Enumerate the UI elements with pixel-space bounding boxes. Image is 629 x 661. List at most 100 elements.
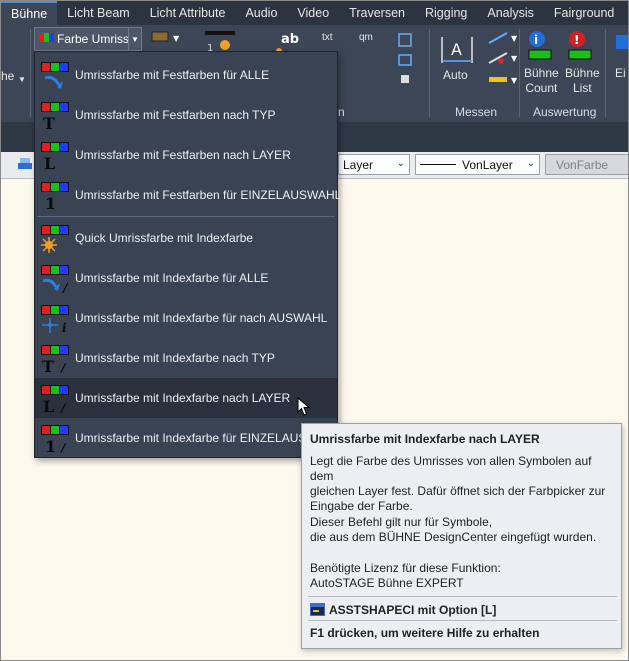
layer-properties-icon[interactable]: [17, 157, 35, 173]
linetype-select-value: VonLayer: [462, 157, 513, 172]
letter-t-index-icon: T /: [41, 345, 69, 374]
svg-text:▼: ▼: [511, 54, 518, 63]
tab-licht-attribute[interactable]: Licht Attribute: [140, 1, 236, 25]
buehne-list-label-1: Bühne: [565, 66, 600, 80]
mouse-cursor-icon: [297, 397, 311, 416]
auto-measure-icon[interactable]: A: [439, 33, 475, 72]
tooltip-description: Legt die Farbe des Umrisses von allen Sy…: [310, 454, 615, 514]
svg-text:L: L: [44, 154, 55, 171]
panel-separator: [519, 29, 520, 117]
tab-analysis[interactable]: Analysis: [477, 1, 544, 25]
svg-text:T: T: [43, 114, 55, 131]
svg-text:1: 1: [45, 194, 56, 211]
layer-select[interactable]: Layer ⌄: [338, 154, 410, 175]
line-sample: [420, 164, 456, 165]
alert-icon[interactable]: !: [564, 29, 600, 66]
menu-item-festfarben-einzelauswahl[interactable]: 1 Umrissfarbe mit Festfarben für EINZELA…: [35, 175, 341, 215]
chevron-down-icon: ⌄: [526, 158, 535, 169]
menu-item-indexfarbe-einzelauswahl[interactable]: 1/ Umrissfarbe mit Indexfarbe für EINZEL…: [35, 418, 341, 458]
panel-separator: [429, 29, 430, 117]
text-ab-label: ab: [281, 32, 299, 47]
color-select[interactable]: VonFarbe: [545, 154, 628, 175]
qm-label: qm: [359, 32, 373, 43]
tooltip-title: Umrissfarbe mit Indexfarbe nach LAYER: [310, 432, 540, 446]
tooltip-help: F1 drücken, um weitere Hilfe zu erhalten: [310, 626, 540, 640]
chevron-down-icon[interactable]: ▼: [18, 72, 26, 87]
menu-item-label: Umrissfarbe mit Festfarben für EINZELAUS…: [75, 188, 342, 202]
tooltip-desc-line: gleichen Layer fest. Dafür öffnet sich d…: [310, 484, 606, 498]
tooltip-note: Dieser Befehl gilt nur für Symbole, die …: [310, 515, 615, 545]
tooltip-desc-line: Legt die Farbe des Umrisses von allen Sy…: [310, 454, 592, 483]
menu-item-festfarben-layer[interactable]: L Umrissfarbe mit Festfarben nach LAYER: [35, 135, 337, 175]
menu-item-quick-indexfarbe[interactable]: Quick Umrissfarbe mit Indexfarbe: [35, 218, 337, 258]
svg-text:i: i: [534, 33, 538, 47]
svg-text:T: T: [42, 357, 54, 374]
ribbon-tab-bar: Bühne Licht Beam Licht Attribute Audio V…: [1, 1, 628, 25]
tooltip-desc-line: Eingabe der Farbe.: [310, 499, 413, 513]
info-icon[interactable]: i: [524, 29, 560, 66]
menu-item-indexfarbe-alle[interactable]: / Umrissfarbe mit Indexfarbe für ALLE: [35, 258, 337, 298]
tab-licht-beam[interactable]: Licht Beam: [57, 1, 140, 25]
panel-separator: [605, 29, 606, 117]
letter-t-icon: T: [41, 102, 69, 131]
outline-color-icon: [39, 33, 54, 42]
linetype-select[interactable]: VonLayer ⌄: [415, 154, 540, 175]
tab-buehne[interactable]: Bühne: [1, 1, 58, 25]
number-one-index-icon: 1/: [41, 425, 69, 454]
tooltip-separator: [308, 596, 617, 597]
measure-box-icon[interactable]: [396, 31, 416, 94]
chevron-down-icon[interactable]: ▼: [128, 28, 141, 50]
svg-text:i: i: [62, 321, 67, 334]
tooltip-command: ASSTSHAPECI mit Option [L]: [329, 603, 497, 617]
buehne-count-label-1: Bühne: [524, 66, 559, 80]
split-button-label: Farbe Umriss: [57, 32, 130, 46]
command-line-icon: [310, 603, 325, 616]
letter-l-index-icon: L /: [41, 385, 69, 414]
menu-item-indexfarbe-typ[interactable]: T / Umrissfarbe mit Indexfarbe nach TYP: [35, 338, 337, 378]
menu-item-festfarben-alle[interactable]: Umrissfarbe mit Festfarben für ALLE: [35, 55, 337, 95]
tab-rigging[interactable]: Rigging: [415, 1, 477, 25]
tooltip-note-line: Dieser Befehl gilt nur für Symbole,: [310, 515, 493, 529]
svg-text:/: /: [62, 281, 69, 294]
buehne-count-label-2: Count: [525, 81, 558, 95]
command-tooltip: Umrissfarbe mit Indexfarbe nach LAYER Le…: [301, 423, 622, 649]
measure-tools-icon[interactable]: ▼ ▼ ▼: [485, 29, 521, 98]
sparkle-icon: [41, 225, 69, 253]
tooltip-license: Benötigte Lizenz für diese Funktion: Aut…: [310, 561, 615, 591]
menu-item-indexfarbe-layer[interactable]: L / Umrissfarbe mit Indexfarbe nach LAYER: [35, 378, 337, 418]
color-select-value: VonFarbe: [556, 157, 609, 172]
tooltip-license-line: Benötigte Lizenz für diese Funktion:: [310, 561, 501, 575]
partial-icon[interactable]: [610, 31, 628, 64]
tab-video[interactable]: Video: [287, 1, 339, 25]
svg-text:1: 1: [45, 437, 56, 454]
svg-text:▼: ▼: [173, 34, 180, 43]
auto-button-label[interactable]: Auto: [443, 68, 468, 83]
panel-label-cut: n: [338, 105, 345, 119]
crosshair-index-icon: i: [41, 305, 69, 334]
svg-text:A: A: [451, 40, 462, 59]
svg-text:/: /: [60, 441, 67, 454]
panel-separator: [30, 29, 31, 117]
menu-item-indexfarbe-auswahl[interactable]: i Umrissfarbe mit Indexfarbe für nach AU…: [35, 298, 337, 338]
svg-text:!: !: [574, 33, 579, 47]
tab-audio[interactable]: Audio: [235, 1, 287, 25]
outline-color-menu: Umrissfarbe mit Festfarben für ALLE T Um…: [34, 51, 341, 458]
ribbon-cut-label-right: Ei: [615, 66, 626, 80]
farbe-umriss-split-button[interactable]: Farbe Umriss ▼: [34, 27, 142, 51]
tooltip-note-line: die aus dem BÜHNE DesignCenter eingefügt…: [310, 530, 597, 544]
menu-item-label: Umrissfarbe mit Indexfarbe für ALLE: [75, 271, 269, 285]
txt-label: txt: [322, 32, 333, 43]
buehne-count-button[interactable]: Bühne Count: [524, 66, 559, 96]
panel-label-auswertung: Auswertung: [533, 105, 597, 119]
menu-item-label: Umrissfarbe mit Festfarben nach LAYER: [75, 148, 291, 162]
tab-fairground[interactable]: Fairground: [544, 1, 624, 25]
buehne-list-button[interactable]: Bühne List: [565, 66, 600, 96]
color-swatch-button[interactable]: ▼: [151, 31, 181, 48]
menu-item-label: Umrissfarbe mit Festfarben nach TYP: [75, 108, 276, 122]
menu-item-festfarben-typ[interactable]: T Umrissfarbe mit Festfarben nach TYP: [35, 95, 337, 135]
tooltip-separator: [308, 620, 617, 621]
svg-text:/: /: [60, 401, 67, 414]
arrow-overlay-icon: [41, 62, 69, 89]
arrow-index-icon: /: [41, 265, 69, 294]
tab-traversen[interactable]: Traversen: [339, 1, 415, 25]
